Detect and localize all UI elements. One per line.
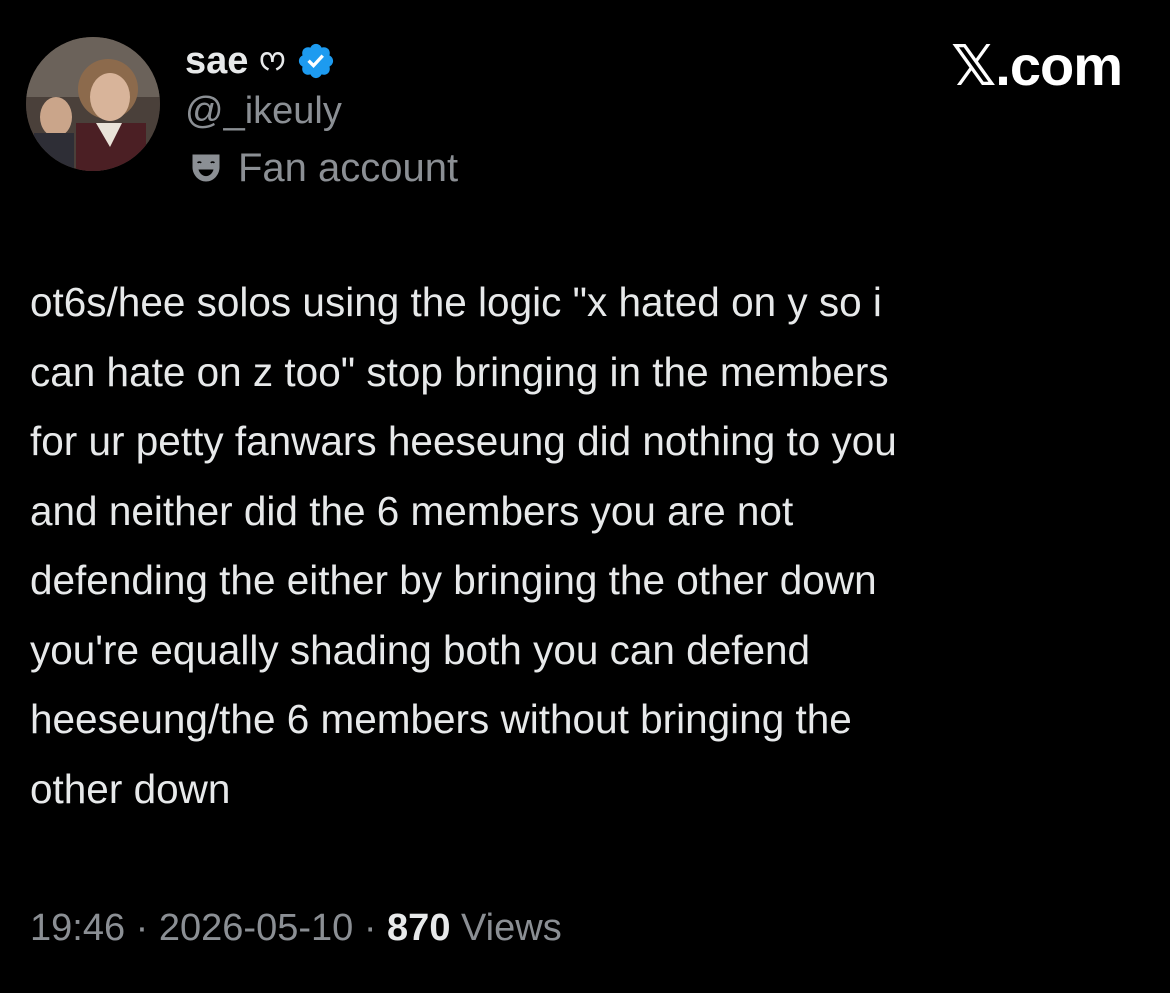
display-name[interactable]: sae (185, 42, 248, 80)
tweet-text-line: and neither did the 6 members you are no… (30, 487, 794, 534)
verified-badge-icon[interactable] (296, 41, 336, 81)
tweet-date[interactable]: 2026-05-10 (159, 907, 353, 949)
avatar[interactable] (26, 37, 160, 171)
tweet-text-line: other down (30, 765, 231, 812)
tweet-text-line: for ur petty fanwars heeseung did nothin… (30, 418, 897, 464)
tweet-text-line: can hate on z too" stop bringing in the … (30, 348, 889, 395)
meta-separator: · (363, 907, 377, 949)
account-label: Fan account (188, 148, 458, 188)
tweet-card: sae ᰔ @_ikeuly Fan account 𝕏.com ot6s/he… (0, 0, 1170, 993)
views-label: Views (461, 907, 562, 949)
x-brand-logo: 𝕏.com (951, 34, 1123, 97)
tweet-text-line: ot6s/hee solos using the logic "x hated … (30, 279, 882, 325)
display-name-row: sae ᰔ (185, 36, 336, 86)
tweet-text: ot6s/hee solos using the logic "x hated … (30, 268, 1140, 824)
tweet-text-line: defending the either by bringing the oth… (30, 557, 877, 603)
tweet-meta: 19:46 · 2026-05-10 · 870 Views (30, 906, 562, 952)
views-count: 870 (387, 907, 451, 949)
tweet-text-line: you're equally shading both you can defe… (30, 626, 811, 673)
theater-mask-icon (192, 154, 220, 182)
account-label-text: Fan account (238, 146, 459, 190)
tweet-text-line: heeseung/the 6 members without bringing … (30, 696, 852, 742)
user-handle[interactable]: @_ikeuly (185, 92, 342, 130)
tweet-time[interactable]: 19:46 (30, 907, 125, 949)
profile-photo-icon (26, 37, 160, 171)
meta-separator: · (135, 907, 149, 949)
bow-emoji-icon: ᰔ (258, 44, 287, 77)
